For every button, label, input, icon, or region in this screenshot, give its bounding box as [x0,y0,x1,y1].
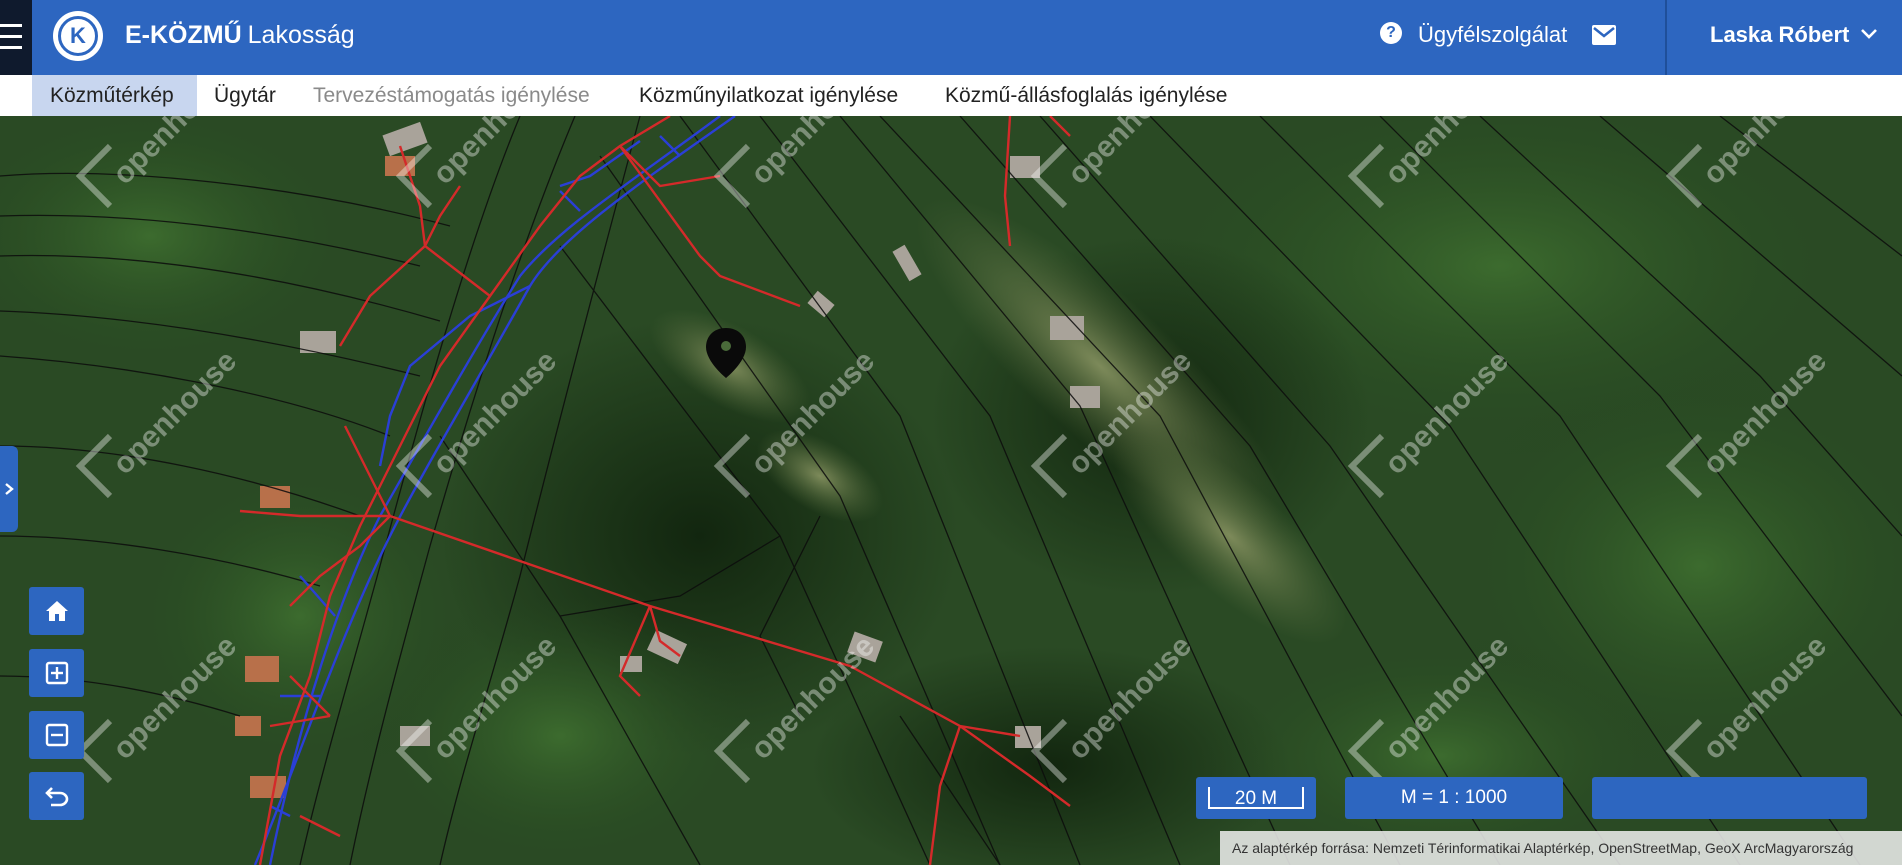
menu-icon-bar [0,24,22,27]
zoom-out-button[interactable] [29,711,84,759]
nav-tab-label: Közműnyilatkozat igénylése [639,84,899,107]
home-icon [45,601,68,621]
zoom-out-icon [45,723,68,747]
zoom-in-icon [45,661,68,685]
nav-tab-label: Ügytár [214,84,276,107]
user-name[interactable]: Laska Róbert [1710,20,1849,50]
customer-service-link[interactable]: Ügyfélszolgálat [1418,20,1567,50]
logo-letter: K [58,16,98,56]
nav-tab-kozmunyilatkozat[interactable]: Közműnyilatkozat igénylése [639,75,898,116]
app-header: K E-KÖZMŰ Lakosság ? Ügyfélszolgálat Lask… [0,0,1902,75]
chevron-right-icon [5,483,14,495]
app-title-bold: E-KÖZMŰ [125,21,242,49]
nav-tab-label: Közműtérkép [50,84,174,107]
app-title: E-KÖZMŰ Lakosság [125,20,355,50]
app-title-light: Lakosság [247,21,355,49]
main-nav: Közműtérkép Ügytár Tervezéstámogatás igé… [0,75,1902,116]
undo-button[interactable] [29,772,84,820]
mail-icon[interactable] [1592,25,1616,45]
chevron-down-icon[interactable] [1860,25,1878,43]
zoom-in-button[interactable] [29,649,84,697]
nav-tab-label: Közmű-állásfoglalás igénylése [945,84,1228,107]
map-attribution: Az alaptérkép forrása: Nemzeti Térinform… [1220,831,1902,865]
nav-tab-label: Tervezéstámogatás igénylése [313,84,590,107]
nav-tab-kozmu-allasfoglalas[interactable]: Közmű-állásfoglalás igénylése [945,75,1228,116]
menu-icon-bar [0,35,22,38]
undo-icon [44,787,68,807]
coordinates-display [1592,777,1867,819]
help-icon[interactable]: ? [1380,22,1402,44]
map-imagery [0,116,1902,865]
nav-tab-ugytar[interactable]: Ügytár [214,75,276,116]
map-canvas[interactable]: openhouse openhouse openhouse openhouse … [0,116,1902,865]
menu-icon-bar [0,46,22,49]
side-panel-toggle[interactable] [0,446,18,532]
scale-ratio[interactable]: M = 1 : 1000 [1345,777,1563,819]
nav-tab-kozmuterkep[interactable]: Közműtérkép [32,75,197,116]
scale-bar-label: 20 M [1208,787,1304,809]
nav-tab-tervezestamogatas: Tervezéstámogatás igénylése [313,75,590,116]
menu-button[interactable] [0,0,32,75]
app-logo[interactable]: K [53,11,103,61]
scale-bar: 20 M [1196,777,1316,819]
home-button[interactable] [29,587,84,635]
header-divider [1665,0,1667,75]
